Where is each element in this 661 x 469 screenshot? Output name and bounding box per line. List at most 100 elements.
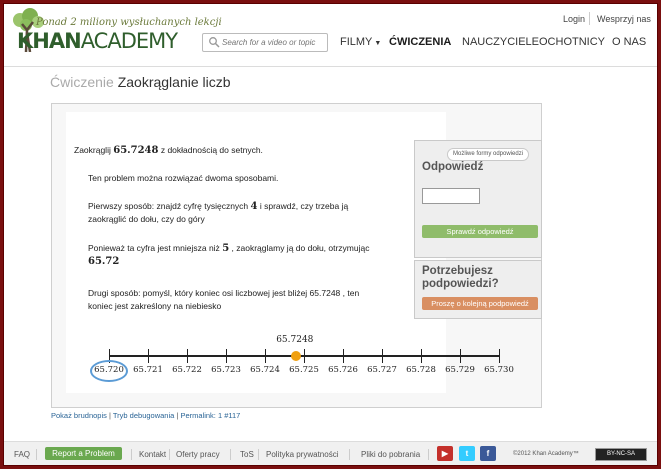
report-problem-button[interactable]: Report a Problem	[45, 447, 122, 460]
answer-input[interactable]	[422, 188, 480, 204]
number-line-label: 65.730	[484, 365, 514, 375]
number-line-label: 65.727	[367, 365, 397, 375]
hint-title-line2: podpowiedzi?	[422, 278, 499, 290]
answer-title: Odpowiedź	[422, 161, 484, 173]
because-suffix: , zaokrąglamy ją do dołu, otrzymując	[231, 243, 370, 253]
permalink-link[interactable]: Permalink: 1 #117	[180, 411, 240, 420]
next-hint-button[interactable]: Proszę o kolejną podpowiedź	[422, 297, 538, 310]
check-answer-button[interactable]: Sprawdź odpowiedź	[422, 225, 538, 238]
nav-cwiczenia[interactable]: ĆWICZENIA	[389, 36, 451, 48]
top-divider	[589, 12, 590, 25]
footer-divider	[131, 449, 132, 460]
footer-privacy[interactable]: Polityka prywatności	[266, 450, 338, 459]
nav-nauczyciele[interactable]: NAUCZYCIELE	[462, 36, 539, 48]
nav-o-nas[interactable]: O NAS	[612, 36, 646, 48]
footer-divider	[36, 449, 37, 460]
footer-faq[interactable]: FAQ	[14, 450, 30, 459]
number-line-tick	[264, 349, 266, 363]
footer-kontakt[interactable]: Kontakt	[139, 450, 166, 459]
hint-title: Potrzebujesz podpowiedzi?	[422, 265, 499, 291]
number-line-label: 65.721	[133, 365, 163, 375]
footer-divider	[349, 449, 350, 460]
facebook-icon[interactable]: f	[480, 446, 496, 461]
number-line-tick	[498, 349, 500, 363]
number-line-label: 65.725	[289, 365, 319, 375]
question-text: Zaokrąglij 65.7248 z dokładnością do set…	[74, 144, 263, 157]
number-line-tick	[459, 349, 461, 363]
hint-box: Potrzebujesz podpowiedzi? Proszę o kolej…	[414, 260, 542, 319]
number-line-tick	[342, 349, 344, 363]
search-box[interactable]	[202, 33, 328, 52]
nav-filmy[interactable]: FILMY ▼	[340, 36, 381, 48]
number-line-tick	[147, 349, 149, 363]
link-separator: |	[176, 411, 179, 420]
logo-bold-text: KHAN	[17, 29, 82, 53]
hint-because: Ponieważ ta cyfra jest mniejsza niż 5 , …	[88, 242, 369, 268]
debug-mode-link[interactable]: Tryb debugowania	[113, 411, 174, 420]
twitter-icon[interactable]: t	[459, 446, 475, 461]
first-method-prefix: Pierwszy sposób: znajdź cyfrę tysięcznyc…	[88, 201, 249, 211]
thousandths-digit: 4	[250, 201, 258, 212]
youtube-icon[interactable]: ▶	[437, 446, 453, 461]
copyright-text: ©2012 Khan Academy™	[513, 451, 579, 457]
highlight-circle	[90, 360, 128, 382]
footer-downloads[interactable]: Pliki do pobrania	[361, 450, 420, 459]
exercise-links: Pokaż brudnopis | Tryb debugowania | Per…	[51, 411, 240, 420]
rounded-result: 65.72	[88, 256, 120, 267]
link-separator: |	[108, 411, 111, 420]
footer-oferty-pracy[interactable]: Oferty pracy	[176, 450, 220, 459]
second-method-line2: koniec jest zakreślony na niebiesko	[88, 301, 222, 311]
chevron-down-icon: ▼	[374, 40, 382, 47]
number-point-marker	[291, 351, 302, 361]
question-suffix: z dokładnością do setnych.	[160, 145, 263, 155]
number-line-tick	[420, 349, 422, 363]
site-footer: FAQ Report a Problem Kontakt Oferty prac…	[4, 441, 657, 465]
page-title: Ćwiczenie Zaokrąglanie liczb	[50, 74, 231, 90]
support-link[interactable]: Wesprzyj nas	[597, 14, 651, 24]
number-line-tick	[381, 349, 383, 363]
number-line-label: 65.726	[328, 365, 358, 375]
khan-academy-logo[interactable]: KHANACADEMY	[17, 29, 178, 53]
because-prefix: Ponieważ ta cyfra jest mniejsza niż	[88, 243, 220, 253]
question-number: 65.7248	[113, 145, 159, 156]
hint-title-line1: Potrzebujesz	[422, 265, 493, 277]
number-line-tick	[303, 349, 305, 363]
logo-light-text: ACADEMY	[80, 29, 178, 53]
page-title-prefix: Ćwiczenie	[50, 74, 114, 90]
first-method-suffix: i sprawdź, czy trzeba ją	[259, 201, 349, 211]
nav-ochotnicy[interactable]: OCHOTNICY	[539, 36, 605, 48]
footer-divider	[258, 449, 259, 460]
answer-formats-badge[interactable]: Możliwe formy odpowiedzi	[447, 148, 530, 161]
site-header: Ponad 2 miliony wysłuchanych lekcji KHAN…	[4, 4, 657, 67]
nav-filmy-label: FILMY	[340, 36, 373, 48]
footer-divider	[169, 449, 170, 460]
number-line-tick	[186, 349, 188, 363]
search-input[interactable]	[222, 35, 322, 49]
hint-first-method: Pierwszy sposób: znajdź cyfrę tysięcznyc…	[88, 200, 348, 226]
footer-divider	[230, 449, 231, 460]
scratchpad-link[interactable]: Pokaż brudnopis	[51, 411, 107, 420]
compare-digit: 5	[222, 243, 230, 254]
number-line-label: 65.723	[211, 365, 241, 375]
tagline: Ponad 2 miliony wysłuchanych lekcji	[36, 17, 222, 28]
problem-area: Zaokrąglij 65.7248 z dokładnością do set…	[66, 112, 514, 393]
search-icon	[209, 37, 220, 48]
exercise-panel: Zaokrąglij 65.7248 z dokładnością do set…	[51, 103, 542, 408]
question-prefix: Zaokrąglij	[74, 145, 111, 155]
first-method-line2: zaokrąglić do dołu, czy do góry	[88, 214, 205, 224]
number-point-label: 65.7248	[276, 335, 314, 345]
second-method-line1: Drugi sposób: pomyśl, który koniec osi l…	[88, 288, 360, 298]
footer-tos[interactable]: ToS	[240, 450, 254, 459]
hint-second-method: Drugi sposób: pomyśl, który koniec osi l…	[88, 287, 359, 313]
number-line-label: 65.728	[406, 365, 436, 375]
number-line-label: 65.724	[250, 365, 280, 375]
hint-intro: Ten problem można rozwiązać dwoma sposob…	[88, 173, 279, 183]
page-title-main: Zaokrąglanie liczb	[117, 74, 231, 90]
browser-page: Ponad 2 miliony wysłuchanych lekcji KHAN…	[3, 3, 658, 466]
creative-commons-badge[interactable]: BY-NC-SA	[595, 448, 647, 461]
number-line-label: 65.729	[445, 365, 475, 375]
footer-divider	[428, 449, 429, 460]
answer-box: Możliwe formy odpowiedzi Odpowiedź Spraw…	[414, 140, 542, 258]
number-line-label: 65.722	[172, 365, 202, 375]
login-link[interactable]: Login	[563, 14, 585, 24]
